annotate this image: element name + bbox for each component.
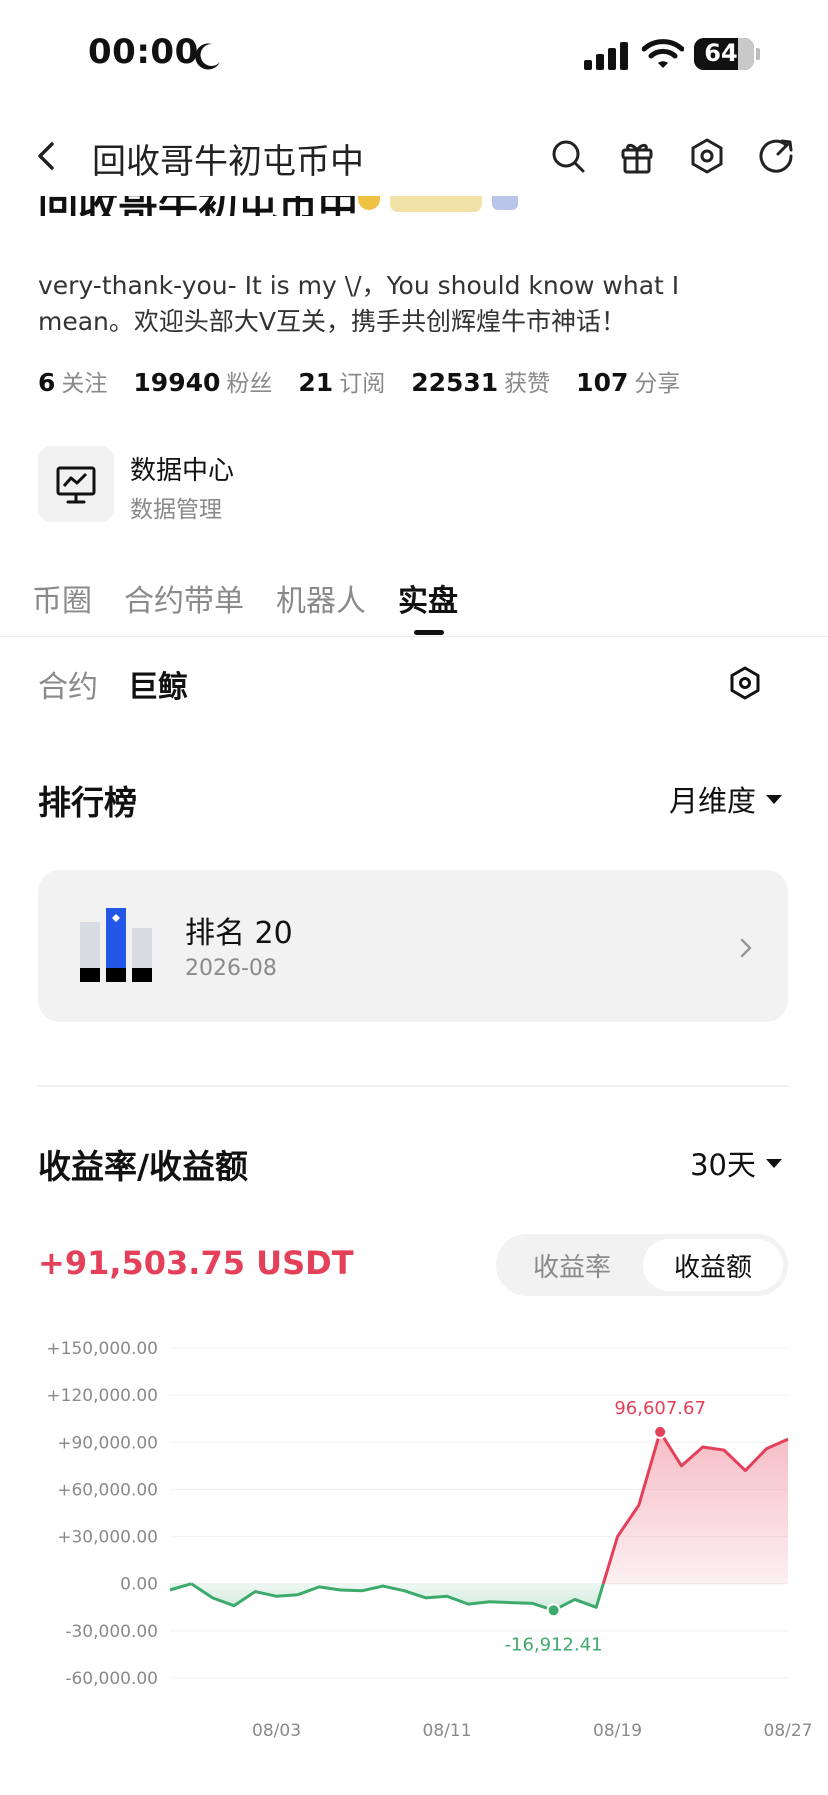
min-point xyxy=(546,1603,561,1618)
ranking-period-dropdown[interactable]: 月维度 xyxy=(669,778,782,820)
profit-title: 收益率/收益额 xyxy=(38,1147,249,1186)
tab-crypto-circle[interactable]: 币圈 xyxy=(32,576,92,620)
header-title: 回收哥牛初屯币中 xyxy=(92,142,364,182)
wifi-icon xyxy=(642,39,684,68)
profit-period-label: 30天 xyxy=(690,1148,756,1182)
stat-value: 19940 xyxy=(133,368,221,397)
profit-amount: +91,503.75 USDT xyxy=(38,1244,354,1282)
stat-label: 订阅 xyxy=(339,371,386,397)
tabs-divider xyxy=(0,636,828,637)
ranking-title: 排行榜 xyxy=(38,783,137,822)
moon-icon xyxy=(195,43,220,70)
max-point xyxy=(653,1424,668,1439)
min-label: -16,912.41 xyxy=(505,1634,603,1655)
share-icon[interactable] xyxy=(756,136,796,176)
battery-level: 64 xyxy=(704,39,738,67)
x-tick-label: 08/03 xyxy=(252,1721,301,1740)
caret-down-icon xyxy=(766,1158,782,1168)
battery-cap xyxy=(756,48,760,60)
chevron-right-icon xyxy=(740,938,752,958)
y-tick-label: +150,000.00 xyxy=(46,1339,158,1359)
stat-value: 22531 xyxy=(411,368,499,397)
y-tick-label: +90,000.00 xyxy=(57,1433,158,1453)
profit-period-dropdown[interactable]: 30天 xyxy=(690,1142,782,1184)
profit-chart: +150,000.00 +120,000.00 +90,000.00 +60,000.… xyxy=(46,1339,813,1740)
stat-subscriptions[interactable]: 21 订阅 xyxy=(298,364,385,398)
toggle-rate[interactable]: 收益率 xyxy=(502,1239,642,1291)
x-tick-label: 08/27 xyxy=(764,1721,813,1740)
stat-label: 分享 xyxy=(634,371,681,397)
y-tick-label: +120,000.00 xyxy=(46,1386,158,1406)
x-tick-label: 08/19 xyxy=(593,1721,642,1740)
signal-icon xyxy=(584,42,628,70)
y-tick-label: +30,000.00 xyxy=(57,1528,158,1548)
gift-icon[interactable] xyxy=(617,136,657,176)
subtab-whale[interactable]: 巨鲸 xyxy=(128,662,188,706)
search-icon[interactable] xyxy=(548,136,588,176)
settings-hex-icon[interactable] xyxy=(726,664,764,702)
profile-stats: 6 关注 19940 粉丝 21 订阅 22531 获赞 107 分享 xyxy=(38,364,680,398)
profile-name: 回收哥牛初屯币中 xyxy=(38,196,358,216)
x-tick-label: 08/11 xyxy=(423,1721,472,1740)
bio-line-1: very-thank-you- It is my \/，You should k… xyxy=(38,271,680,300)
data-center-title[interactable]: 数据中心 xyxy=(130,450,234,487)
ranking-position: 排名 20 xyxy=(185,916,293,951)
back-icon[interactable] xyxy=(30,138,66,174)
sub-tabs: 合约 巨鲸 xyxy=(38,662,188,706)
ranking-date: 2026-08 xyxy=(185,956,277,981)
active-tab-indicator xyxy=(414,630,444,635)
ranking-period-label: 月维度 xyxy=(668,784,756,818)
toggle-amount[interactable]: 收益额 xyxy=(643,1239,783,1291)
status-time: 00:00 xyxy=(88,32,199,72)
y-tick-label: 0.00 xyxy=(120,1575,158,1595)
stat-followers[interactable]: 19940 粉丝 xyxy=(133,364,272,398)
profile-bio: very-thank-you- It is my \/，You should k… xyxy=(38,268,738,340)
caret-down-icon xyxy=(766,794,782,804)
stat-following[interactable]: 6 关注 xyxy=(38,364,107,398)
vip-badge xyxy=(390,196,482,212)
settings-hex-icon[interactable] xyxy=(687,136,727,176)
profile-name-row: 回收哥牛初屯币中 xyxy=(0,196,828,216)
profit-mode-toggle: 收益率 收益额 xyxy=(496,1234,788,1296)
verified-shield-icon xyxy=(358,196,380,210)
y-tick-label: -30,000.00 xyxy=(65,1622,158,1642)
monitor-chart-icon xyxy=(56,466,96,504)
tab-live-account[interactable]: 实盘 xyxy=(398,576,458,620)
stat-label: 粉丝 xyxy=(226,371,273,397)
main-tabs: 币圈 合约带单 机器人 实盘 xyxy=(32,576,458,620)
y-tick-label: -60,000.00 xyxy=(65,1669,158,1689)
stat-label: 获赞 xyxy=(504,371,551,397)
stat-value: 107 xyxy=(576,368,629,397)
max-label: 96,607.67 xyxy=(614,1398,706,1419)
battery-indicator: 64 xyxy=(694,38,754,70)
tab-copy-trading[interactable]: 合约带单 xyxy=(124,576,244,620)
subtab-contract[interactable]: 合约 xyxy=(38,662,98,706)
tab-bot[interactable]: 机器人 xyxy=(276,576,366,620)
data-center-subtitle: 数据管理 xyxy=(130,497,222,523)
section-divider xyxy=(38,1085,788,1087)
stat-value: 6 xyxy=(38,368,56,397)
data-center-button[interactable] xyxy=(38,446,114,522)
level-badge-icon xyxy=(492,196,518,210)
stat-label: 关注 xyxy=(61,371,108,397)
bio-line-2: mean。欢迎头部大V互关，携手共创辉煌牛市神话！ xyxy=(38,307,627,336)
stat-shares[interactable]: 107 分享 xyxy=(576,364,680,398)
y-tick-label: +60,000.00 xyxy=(57,1480,158,1500)
stat-likes[interactable]: 22531 获赞 xyxy=(411,364,550,398)
ranking-podium-icon xyxy=(80,908,152,982)
stat-value: 21 xyxy=(298,368,334,397)
